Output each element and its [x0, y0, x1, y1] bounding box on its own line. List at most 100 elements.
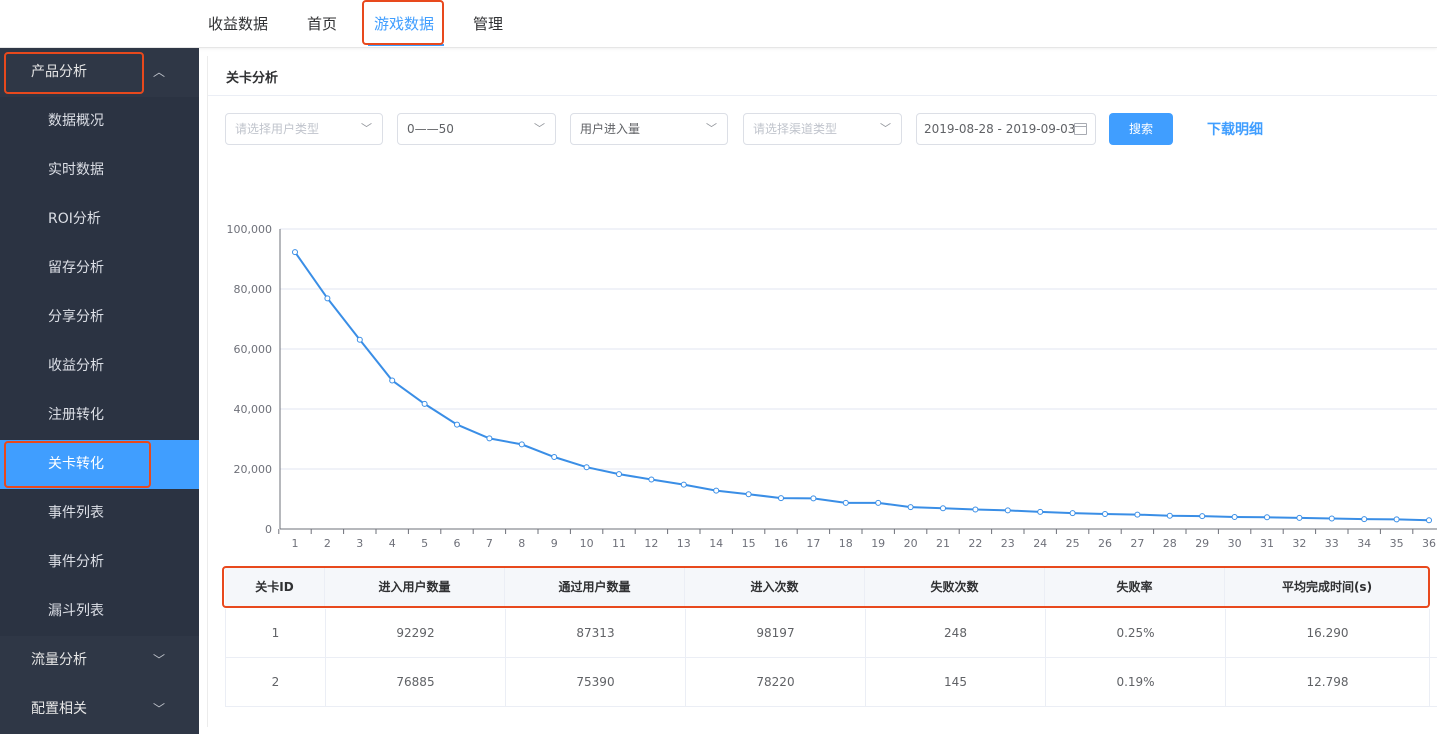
- sidebar-group-label: 配置相关: [31, 701, 87, 717]
- x-tick-label: 35: [1390, 537, 1404, 550]
- data-point: [1393, 516, 1400, 523]
- x-tick-label: 36: [1422, 537, 1436, 550]
- x-tick-label: 23: [1001, 537, 1015, 550]
- data-point: [907, 504, 914, 511]
- x-tick-label: 11: [612, 537, 626, 550]
- data-point: [1069, 510, 1076, 517]
- chevron-down-icon: ﹀: [880, 122, 891, 135]
- x-tick-label: 20: [904, 537, 918, 550]
- x-tick-label: 4: [389, 537, 396, 550]
- x-tick-label: 2: [324, 537, 331, 550]
- metric-value: 用户进入量: [580, 122, 641, 136]
- highlight-box-topnav: [362, 0, 444, 45]
- x-tick-label: 21: [936, 537, 950, 550]
- y-tick-label: 60,000: [234, 343, 273, 356]
- data-point: [713, 487, 720, 494]
- x-tick-label: 32: [1292, 537, 1306, 550]
- x-tick-label: 1: [292, 537, 299, 550]
- x-tick-label: 10: [580, 537, 594, 550]
- sidebar-group-label: 流量分析: [31, 652, 87, 668]
- date-range-value: 2019-08-28 - 2019-09-03: [924, 122, 1076, 136]
- table-header: 关卡ID 进入用户数量 通过用户数量 进入次数 失败次数 失败率 平均完成时间(…: [225, 567, 1429, 608]
- x-tick-label: 6: [454, 537, 461, 550]
- table-cell: 248: [866, 609, 1046, 657]
- sidebar: 产品分析 ︿ 数据概况 实时数据 ROI分析 留存分析 分享分析 收益分析 注册…: [0, 48, 199, 734]
- y-tick-label: 20,000: [234, 463, 273, 476]
- data-point: [356, 336, 363, 343]
- data-point: [389, 377, 396, 384]
- y-tick-label: 40,000: [234, 403, 273, 416]
- data-point: [454, 421, 460, 428]
- sidebar-item-roi-analysis[interactable]: ROI分析: [0, 195, 199, 244]
- data-point: [1231, 514, 1238, 520]
- sidebar-group-product-analysis[interactable]: 产品分析 ︿: [0, 48, 199, 97]
- x-tick-label: 26: [1098, 537, 1112, 550]
- chevron-up-icon: ︿: [152, 65, 165, 79]
- column-header-level-id: 关卡ID: [225, 567, 325, 608]
- x-tick-label: 9: [551, 537, 558, 550]
- topnav-admin[interactable]: 管理: [473, 0, 503, 48]
- sidebar-item-data-overview[interactable]: 数据概况: [0, 97, 199, 146]
- data-point: [1102, 511, 1108, 517]
- level-entry-line-chart: 100,00080,00060,00040,00020,00001 2 3 4 5 6 7 8…: [227, 223, 1437, 550]
- metric-select[interactable]: 用户进入量 ﹀: [570, 113, 728, 145]
- data-point: [648, 476, 655, 483]
- channel-select[interactable]: 请选择渠道类型 ﹀: [743, 113, 902, 145]
- user-type-select[interactable]: 请选择用户类型 ﹀: [225, 113, 383, 145]
- data-point: [1199, 513, 1206, 520]
- series-line: [294, 251, 1430, 522]
- data-point: [1328, 515, 1335, 522]
- y-tick-label: 80,000: [234, 283, 273, 296]
- sidebar-item-realtime-data[interactable]: 实时数据: [0, 146, 199, 195]
- x-tick-label: 5: [421, 537, 428, 550]
- table-cell: 2: [226, 658, 326, 706]
- sidebar-group-traffic-analysis[interactable]: 流量分析 ﹀: [0, 636, 199, 685]
- data-point: [1296, 514, 1303, 521]
- data-point: [292, 249, 298, 256]
- x-tick-label: 30: [1228, 537, 1242, 550]
- data-point: [1004, 507, 1011, 514]
- chevron-down-icon: ﹀: [706, 122, 717, 135]
- data-point: [1361, 516, 1368, 523]
- x-tick-label: 34: [1357, 537, 1371, 550]
- x-tick-label: 24: [1033, 537, 1047, 550]
- data-point: [680, 481, 687, 488]
- table-cell: 0.19%: [1046, 658, 1226, 706]
- topnav-revenue-data[interactable]: 收益数据: [208, 0, 268, 48]
- download-details-link[interactable]: 下载明细: [1207, 119, 1263, 139]
- chevron-down-icon: ﹀: [534, 122, 545, 135]
- x-tick-label: 8: [518, 537, 525, 550]
- channel-placeholder: 请选择渠道类型: [753, 122, 838, 136]
- x-tick-label: 7: [486, 537, 493, 550]
- table-cell: 98197: [686, 609, 866, 657]
- user-type-placeholder: 请选择用户类型: [235, 122, 320, 136]
- x-tick-label: 18: [839, 537, 853, 550]
- table-cell: 0.25%: [1046, 609, 1226, 657]
- chevron-down-icon: ﹀: [361, 122, 372, 135]
- topnav-home[interactable]: 首页: [307, 0, 337, 48]
- sidebar-item-revenue-analysis[interactable]: 收益分析: [0, 342, 199, 391]
- data-point: [1037, 508, 1044, 515]
- sidebar-item-event-analysis[interactable]: 事件分析: [0, 538, 199, 587]
- table-row: 2 76885 75390 78220 145 0.19% 12.798: [225, 658, 1437, 707]
- data-point: [1134, 511, 1141, 518]
- y-tick-label: 0: [265, 523, 272, 536]
- sidebar-item-level-conversion[interactable]: 关卡转化: [0, 440, 199, 489]
- table-cell: 12.798: [1226, 658, 1430, 706]
- search-button[interactable]: 搜索: [1109, 113, 1173, 145]
- column-header-avg-time: 平均完成时间(s): [1281, 580, 1373, 594]
- sidebar-item-signup-conversion[interactable]: 注册转化: [0, 391, 199, 440]
- column-header-passed-users: 通过用户数量: [505, 567, 685, 608]
- date-range-picker[interactable]: 2019-08-28 - 2019-09-03: [916, 113, 1096, 145]
- sidebar-item-funnel-list[interactable]: 漏斗列表: [0, 587, 199, 636]
- table-cell: 75390: [506, 658, 686, 706]
- x-tick-label: 12: [644, 537, 658, 550]
- table-cell: 16.290: [1226, 609, 1430, 657]
- level-range-select[interactable]: 0——50 ﹀: [397, 113, 556, 145]
- x-tick-label: 15: [742, 537, 756, 550]
- sidebar-item-share-analysis[interactable]: 分享分析: [0, 293, 199, 342]
- table-cell: 76885: [326, 658, 506, 706]
- sidebar-item-event-list[interactable]: 事件列表: [0, 489, 199, 538]
- sidebar-item-retention-analysis[interactable]: 留存分析: [0, 244, 199, 293]
- page-header: 关卡分析: [208, 56, 1437, 96]
